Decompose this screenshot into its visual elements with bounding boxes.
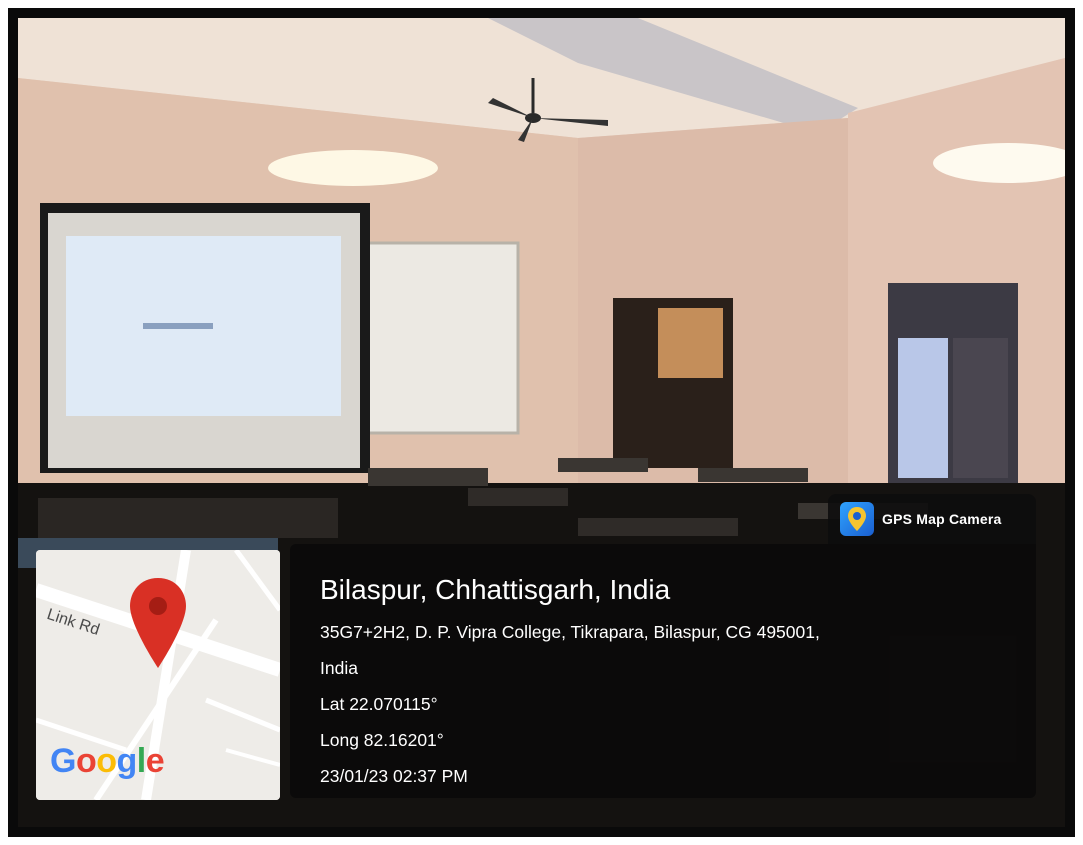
address-line-2: India	[320, 658, 358, 678]
app-badge-label: GPS Map Camera	[882, 511, 1002, 527]
timestamp-text: 23/01/23 02:37 PM	[320, 766, 468, 786]
google-logo: Google	[50, 742, 165, 780]
app-badge: GPS Map Camera	[828, 494, 1036, 544]
address-line-1: 35G7+2H2, D. P. Vipra College, Tikrapara…	[320, 622, 820, 642]
location-info-panel: Bilaspur, Chhattisgarh, India 35G7+2H2, …	[290, 544, 1036, 798]
longitude-text: Long 82.16201°	[320, 730, 444, 750]
location-title: Bilaspur, Chhattisgarh, India	[320, 574, 671, 605]
map-thumbnail: Link Rd Google	[36, 550, 280, 800]
gps-camera-icon	[840, 502, 874, 536]
latitude-text: Lat 22.070115°	[320, 694, 438, 714]
